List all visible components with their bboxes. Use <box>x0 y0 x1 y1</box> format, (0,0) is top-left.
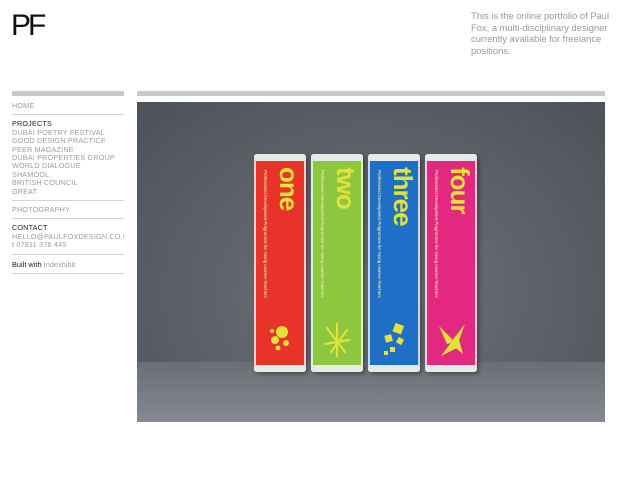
nav-section-home: HOME <box>12 96 124 116</box>
squares-graphic-icon <box>384 322 405 355</box>
book-title: one <box>274 167 304 211</box>
book-cap <box>425 154 477 161</box>
book-cap <box>368 154 420 161</box>
book-subtitle: Professional Development Programme for Y… <box>377 170 382 298</box>
contact-heading: CONTACT <box>12 223 48 233</box>
nav-project-link[interactable]: WORLD DIALOGUE <box>12 162 124 170</box>
projects-heading: PROJECTS <box>12 119 52 129</box>
indexhibit-link[interactable]: Indexhibit <box>44 260 76 269</box>
book-four: Professional Development Programme for Y… <box>425 154 477 372</box>
project-photo: Professional Development Programme for Y… <box>137 102 605 422</box>
book-title: three <box>388 167 418 226</box>
book-subtitle: Professional Development Programme for Y… <box>320 170 325 298</box>
nav-section-photography: PHOTOGRAPHY <box>12 201 124 220</box>
spikes-graphic-icon <box>439 324 465 356</box>
book-cap <box>311 154 363 161</box>
nav-project-link[interactable]: SHAMOOL <box>12 171 124 179</box>
nav-section-contact: CONTACT HELLO@PAULFOXDESIGN.CO.UK t 0781… <box>12 219 124 255</box>
nav-project-link[interactable]: GOOD DESIGN PRACTICE <box>12 137 124 145</box>
nav-project-link[interactable]: GREAT <box>12 188 124 196</box>
sidebar-nav: HOME PROJECTS DUBAI POETRY FESTIVAL GOOD… <box>12 91 124 274</box>
dots-graphic-icon <box>270 326 289 351</box>
contact-email-link[interactable]: HELLO@PAULFOXDESIGN.CO.UK <box>12 233 124 241</box>
nav-home-link[interactable]: HOME <box>12 102 124 110</box>
book-three: Professional Development Programme for Y… <box>368 154 420 372</box>
nav-project-link[interactable]: PEER MAGAZINE <box>12 146 124 154</box>
book-cap <box>254 154 306 161</box>
nav-photography-link[interactable]: PHOTOGRAPHY <box>12 206 124 214</box>
nav-project-link[interactable]: BRITISH COUNCIL <box>12 179 124 187</box>
book-two: Professional Development Programme for Y… <box>311 154 363 372</box>
book-title: four <box>445 167 475 214</box>
book-cap <box>311 365 363 372</box>
logo-text[interactable]: PF <box>11 9 46 42</box>
intro-text: This is the online portfolio of Paul Fox… <box>471 10 610 56</box>
contact-phone: t 07811 376 445 <box>12 241 67 250</box>
built-with: Built with Indexhibit <box>12 255 124 274</box>
book-title: two <box>331 167 361 209</box>
nav-section-projects: PROJECTS DUBAI POETRY FESTIVAL GOOD DESI… <box>12 115 124 202</box>
nav-project-link[interactable]: DUBAI PROPERTIES GROUP <box>12 154 124 162</box>
site-logo[interactable]: PF <box>11 9 46 42</box>
book-cap <box>425 365 477 372</box>
book-subtitle: Professional Development Programme for Y… <box>434 170 439 298</box>
book-subtitle: Professional Development Programme for Y… <box>263 170 268 298</box>
book-cap <box>368 365 420 372</box>
nav-project-link[interactable]: DUBAI POETRY FESTIVAL <box>12 129 124 137</box>
sticks-graphic-icon <box>323 322 351 358</box>
book-one: Professional Development Programme for Y… <box>254 154 306 372</box>
book-cap <box>254 365 306 372</box>
built-with-label: Built with <box>12 259 42 269</box>
content-top-bar <box>137 91 605 96</box>
